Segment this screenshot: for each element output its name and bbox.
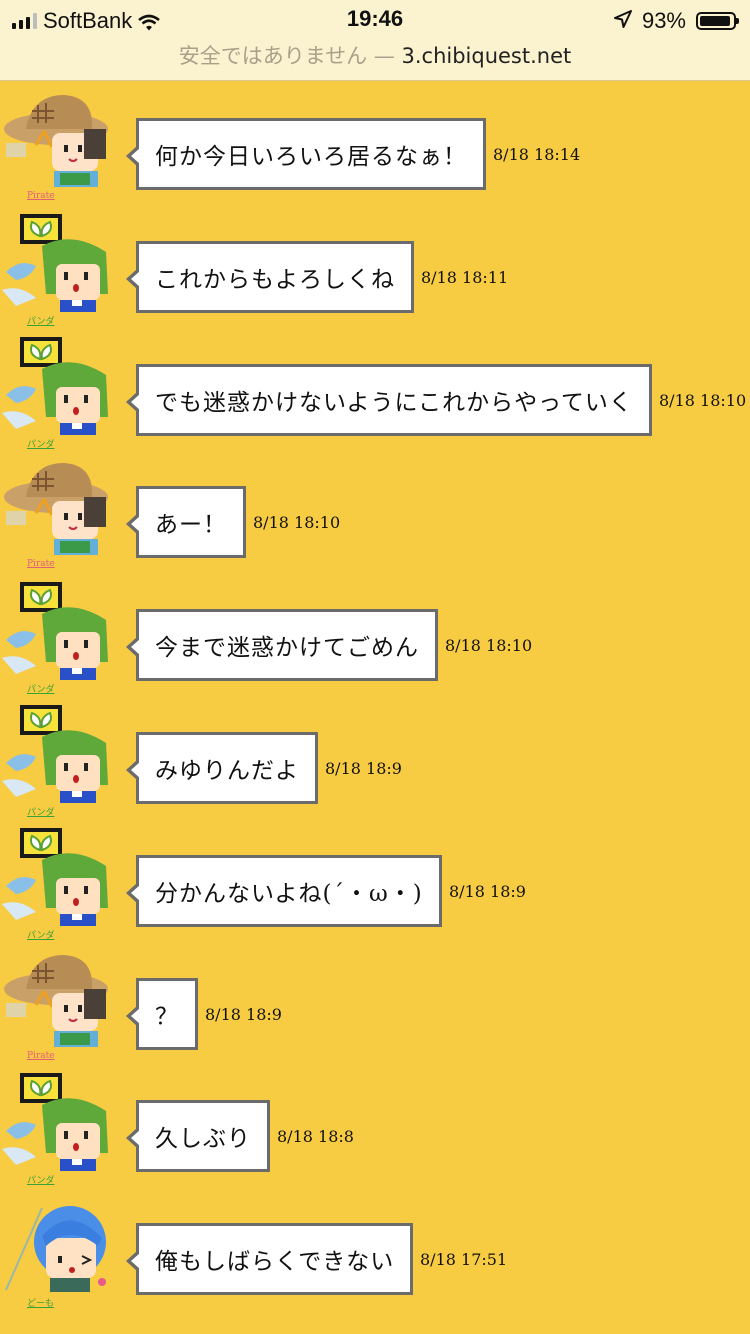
- message-row: Pirate あー！ 8/18 18:10: [0, 451, 750, 574]
- location-arrow-icon: [613, 8, 632, 34]
- message-bubble: 何か今日いろいろ居るなぁ！: [126, 118, 486, 190]
- message-row: パンダ 今まで迷惑かけてごめん 8/18 18:10: [0, 574, 750, 697]
- address-bar[interactable]: 安全ではありません — 3.chibiquest.net: [0, 40, 750, 70]
- message-timestamp: 8/18 18:11: [421, 267, 509, 287]
- straw-hat-character-icon[interactable]: [2, 457, 110, 557]
- user-name-link[interactable]: Pirate: [27, 559, 55, 569]
- message-timestamp: 8/18 18:10: [253, 513, 341, 533]
- message-row: パンダ でも迷惑かけないようにこれからやっていく 8/18 18:10: [0, 329, 750, 452]
- green-hair-character-icon[interactable]: [2, 703, 110, 803]
- message-timestamp: 8/18 18:9: [205, 1004, 282, 1024]
- green-hair-character-icon[interactable]: [2, 335, 110, 435]
- green-hair-character-icon[interactable]: [2, 826, 110, 926]
- message-timestamp: 8/18 18:9: [449, 881, 526, 901]
- user-name-link[interactable]: パンダ: [27, 1173, 54, 1186]
- user-name-link[interactable]: Pirate: [27, 191, 55, 201]
- message-bubble: 俺もしばらくできない: [125, 1223, 414, 1296]
- message-row: パンダ 久しぶり 8/18 18:8: [0, 1065, 750, 1188]
- message-bubble: ？: [126, 977, 198, 1050]
- message-row: パンダ みゆりんだよ 8/18 18:9: [0, 697, 750, 820]
- green-hair-character-icon[interactable]: [2, 212, 110, 312]
- blue-hair-character-icon[interactable]: [2, 1194, 110, 1294]
- message-timestamp: 8/18 17:51: [420, 1250, 508, 1270]
- message-timestamp: 8/18 18:10: [659, 390, 747, 410]
- user-name-link[interactable]: パンダ: [27, 314, 54, 327]
- message-bubble: 久しぶり: [126, 1100, 270, 1173]
- message-row: Pirate 何か今日いろいろ居るなぁ！ 8/18 18:14: [0, 83, 750, 206]
- user-name-link[interactable]: パンダ: [27, 437, 54, 450]
- insecure-warning: 安全ではありません —: [178, 44, 395, 68]
- user-name-link[interactable]: パンダ: [27, 928, 54, 941]
- message-bubble: 今まで迷惑かけてごめん: [126, 609, 438, 682]
- green-hair-character-icon[interactable]: [2, 1071, 110, 1172]
- message-bubble: これからもよろしくね: [126, 240, 414, 313]
- message-timestamp: 8/18 18:8: [277, 1127, 354, 1147]
- user-name-link[interactable]: パンダ: [27, 805, 54, 818]
- user-name-link[interactable]: パンダ: [27, 682, 54, 695]
- user-name-link[interactable]: Pirate: [27, 1051, 55, 1061]
- green-hair-character-icon[interactable]: [2, 580, 110, 681]
- message-row: Pirate ？ 8/18 18:9: [0, 943, 750, 1066]
- status-bar: SoftBank 19:46 93% 安全ではありません — 3.chibiqu…: [0, 0, 750, 81]
- message-bubble: 分かんないよね(´・ω・): [126, 854, 442, 927]
- message-row: どーも 俺もしばらくできない 8/18 17:51: [0, 1188, 750, 1311]
- message-timestamp: 8/18 18:9: [325, 759, 402, 778]
- straw-hat-character-icon[interactable]: [2, 949, 110, 1049]
- message-timestamp: 8/18 18:10: [445, 636, 533, 656]
- battery-percent: 93%: [641, 8, 686, 33]
- message-bubble: でも迷惑かけないようにこれからやっていく: [126, 363, 652, 436]
- message-timestamp: 8/18 18:14: [493, 145, 581, 164]
- user-name-link[interactable]: どーも: [27, 1296, 54, 1309]
- message-row: パンダ 分かんないよね(´・ω・) 8/18 18:9: [0, 820, 750, 943]
- message-bubble: みゆりんだよ: [126, 732, 318, 804]
- message-row: パンダ これからもよろしくね 8/18 18:11: [0, 206, 750, 329]
- message-bubble: あー！: [126, 486, 246, 559]
- straw-hat-character-icon[interactable]: [2, 89, 110, 189]
- url-host: 3.chibiquest.net: [401, 44, 572, 68]
- battery-icon: [696, 12, 739, 30]
